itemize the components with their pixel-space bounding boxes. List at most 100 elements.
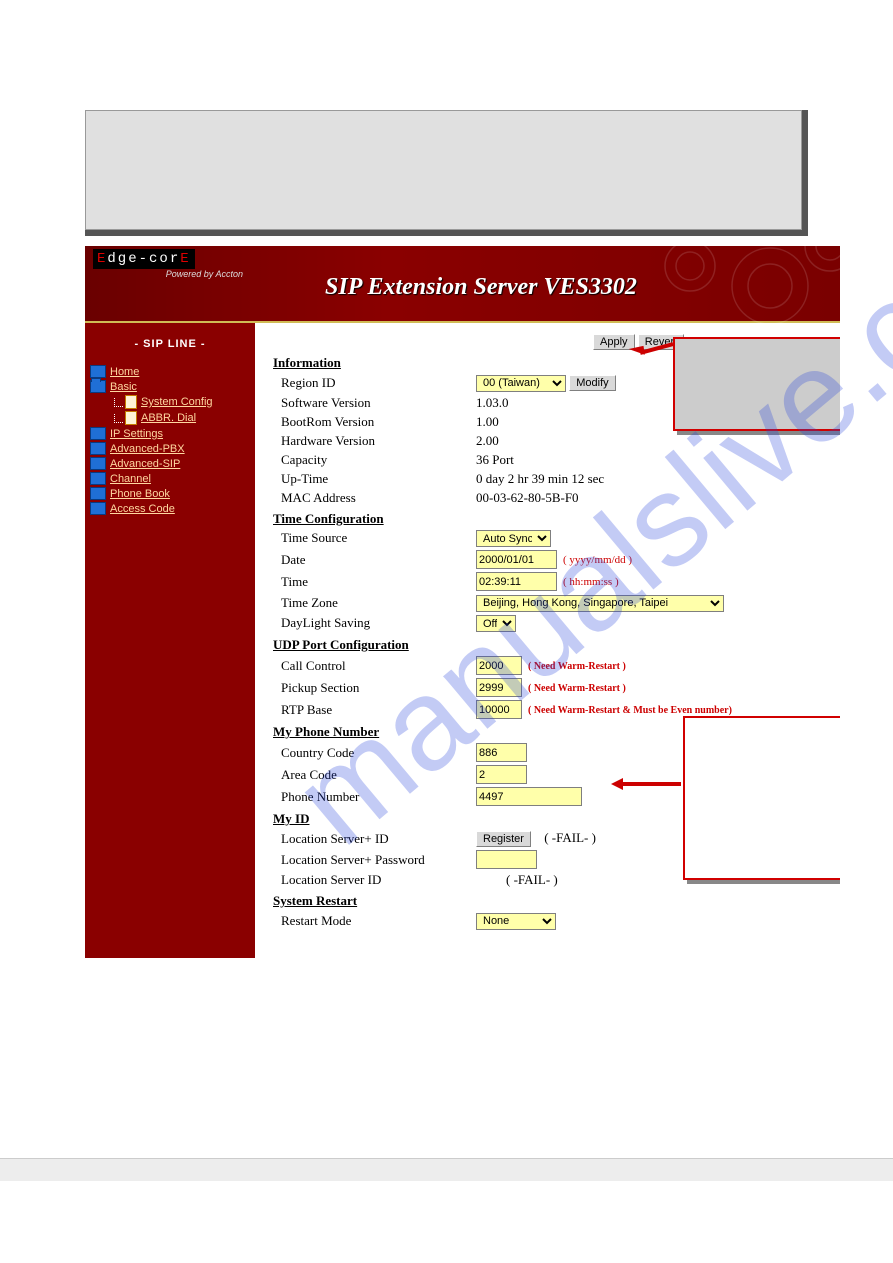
page-title: SIP Extension Server VES3302 xyxy=(325,274,637,301)
location-server-id-label: Location Server ID xyxy=(273,872,476,888)
location-server-plus-id-label: Location Server+ ID xyxy=(273,831,476,847)
bootrom-version-label: BootRom Version xyxy=(273,414,476,430)
folder-icon xyxy=(90,365,106,378)
software-version-value: 1.03.0 xyxy=(476,395,509,411)
sidebar-item-abbr-dial[interactable]: ABBR. Dial xyxy=(110,411,250,425)
location-server-plus-id-status: ( -FAIL- ) xyxy=(544,830,596,845)
region-id-label: Region ID xyxy=(273,375,476,391)
sidebar: - SIP LINE - Home Basic System Config xyxy=(85,323,255,958)
call-control-hint: ( Need Warm-Restart ) xyxy=(528,661,626,672)
call-control-label: Call Control xyxy=(273,658,476,674)
folder-open-icon xyxy=(90,380,106,393)
folder-icon xyxy=(90,427,106,440)
date-input[interactable] xyxy=(476,550,557,569)
annotation-callout-lower xyxy=(683,716,840,880)
nav-link[interactable]: Basic xyxy=(110,381,137,393)
date-hint: ( yyyy/mm/dd ) xyxy=(563,554,632,566)
time-hint: ( hh:mm:ss ) xyxy=(563,576,619,588)
nav-link[interactable]: Access Code xyxy=(110,503,175,515)
sidebar-item-channel[interactable]: Channel xyxy=(90,472,250,485)
nav-link[interactable]: Home xyxy=(110,366,139,378)
main-panel: Apply Revert Information Region ID 00 (T… xyxy=(255,323,840,958)
restart-mode-label: Restart Mode xyxy=(273,913,476,929)
gear-decoration-icon xyxy=(650,246,840,326)
sidebar-item-access-code[interactable]: Access Code xyxy=(90,502,250,515)
section-title-time: Time Configuration xyxy=(273,511,825,527)
restart-mode-select[interactable]: None xyxy=(476,913,556,930)
bootrom-version-value: 1.00 xyxy=(476,414,499,430)
dst-label: DayLight Saving xyxy=(273,615,476,631)
mac-address-label: MAC Address xyxy=(273,490,476,506)
area-code-label: Area Code xyxy=(273,767,476,783)
call-control-input[interactable] xyxy=(476,656,522,675)
pickup-section-label: Pickup Section xyxy=(273,680,476,696)
phone-number-label: Phone Number xyxy=(273,789,476,805)
date-label: Date xyxy=(273,552,476,568)
location-server-plus-password-label: Location Server+ Password xyxy=(273,852,476,868)
nav-link[interactable]: Advanced-PBX xyxy=(110,443,185,455)
location-server-id-status: ( -FAIL- ) xyxy=(506,872,558,888)
nav-link[interactable]: Advanced-SIP xyxy=(110,458,180,470)
time-input[interactable] xyxy=(476,572,557,591)
nav-link[interactable]: Phone Book xyxy=(110,488,170,500)
app-window: Edge-corE Powered by Accton SIP Extensio… xyxy=(85,246,840,958)
hardware-version-label: Hardware Version xyxy=(273,433,476,449)
dst-select[interactable]: Off xyxy=(476,615,516,632)
software-version-label: Software Version xyxy=(273,395,476,411)
phone-number-input[interactable] xyxy=(476,787,582,806)
uptime-label: Up-Time xyxy=(273,471,476,487)
rtp-base-hint: ( Need Warm-Restart & Must be Even numbe… xyxy=(528,705,732,716)
sidebar-title: - SIP LINE - xyxy=(90,338,250,350)
annotation-top-box xyxy=(85,110,808,236)
region-id-select[interactable]: 00 (Taiwan) xyxy=(476,375,566,392)
nav-link[interactable]: System Config xyxy=(141,396,213,408)
folder-icon xyxy=(90,442,106,455)
sidebar-item-system-config[interactable]: System Config xyxy=(110,395,250,409)
folder-icon xyxy=(90,487,106,500)
time-label: Time xyxy=(273,574,476,590)
document-icon xyxy=(125,395,137,409)
folder-icon xyxy=(90,472,106,485)
mac-address-value: 00-03-62-80-5B-F0 xyxy=(476,490,579,506)
header-bar: Edge-corE Powered by Accton SIP Extensio… xyxy=(85,246,840,323)
capacity-label: Capacity xyxy=(273,452,476,468)
country-code-input[interactable] xyxy=(476,743,527,762)
time-source-select[interactable]: Auto Sync xyxy=(476,530,551,547)
logo-tagline: Powered by Accton xyxy=(93,269,243,279)
area-code-input[interactable] xyxy=(476,765,527,784)
section-title-udp: UDP Port Configuration xyxy=(273,637,825,653)
sidebar-item-phone-book[interactable]: Phone Book xyxy=(90,487,250,500)
rtp-base-label: RTP Base xyxy=(273,702,476,718)
country-code-label: Country Code xyxy=(273,745,476,761)
annotation-callout-top xyxy=(673,337,840,431)
timezone-label: Time Zone xyxy=(273,595,476,611)
tree-branch-icon xyxy=(114,398,123,407)
sidebar-item-advanced-sip[interactable]: Advanced-SIP xyxy=(90,457,250,470)
sidebar-item-basic[interactable]: Basic xyxy=(90,380,250,393)
timezone-select[interactable]: Beijing, Hong Kong, Singapore, Taipei xyxy=(476,595,724,612)
time-source-label: Time Source xyxy=(273,530,476,546)
folder-icon xyxy=(90,502,106,515)
arrow-icon xyxy=(611,778,681,790)
nav-link[interactable]: Channel xyxy=(110,473,151,485)
pickup-section-hint: ( Need Warm-Restart ) xyxy=(528,683,626,694)
modify-button[interactable]: Modify xyxy=(569,375,615,391)
hardware-version-value: 2.00 xyxy=(476,433,499,449)
folder-icon xyxy=(90,457,106,470)
capacity-value: 36 Port xyxy=(476,452,514,468)
tree-branch-icon xyxy=(114,414,123,423)
location-server-plus-password-input[interactable] xyxy=(476,850,537,869)
page-footer-band xyxy=(0,1158,893,1181)
document-icon xyxy=(125,411,137,425)
nav-link[interactable]: ABBR. Dial xyxy=(141,412,196,424)
nav-link[interactable]: IP Settings xyxy=(110,428,163,440)
sidebar-item-advanced-pbx[interactable]: Advanced-PBX xyxy=(90,442,250,455)
sidebar-item-ip-settings[interactable]: IP Settings xyxy=(90,427,250,440)
logo: Edge-corE Powered by Accton xyxy=(93,249,243,279)
uptime-value: 0 day 2 hr 39 min 12 sec xyxy=(476,471,604,487)
sidebar-item-home[interactable]: Home xyxy=(90,365,250,378)
pickup-section-input[interactable] xyxy=(476,678,522,697)
rtp-base-input[interactable] xyxy=(476,700,522,719)
section-title-restart: System Restart xyxy=(273,893,825,909)
register-button[interactable]: Register xyxy=(476,831,531,847)
